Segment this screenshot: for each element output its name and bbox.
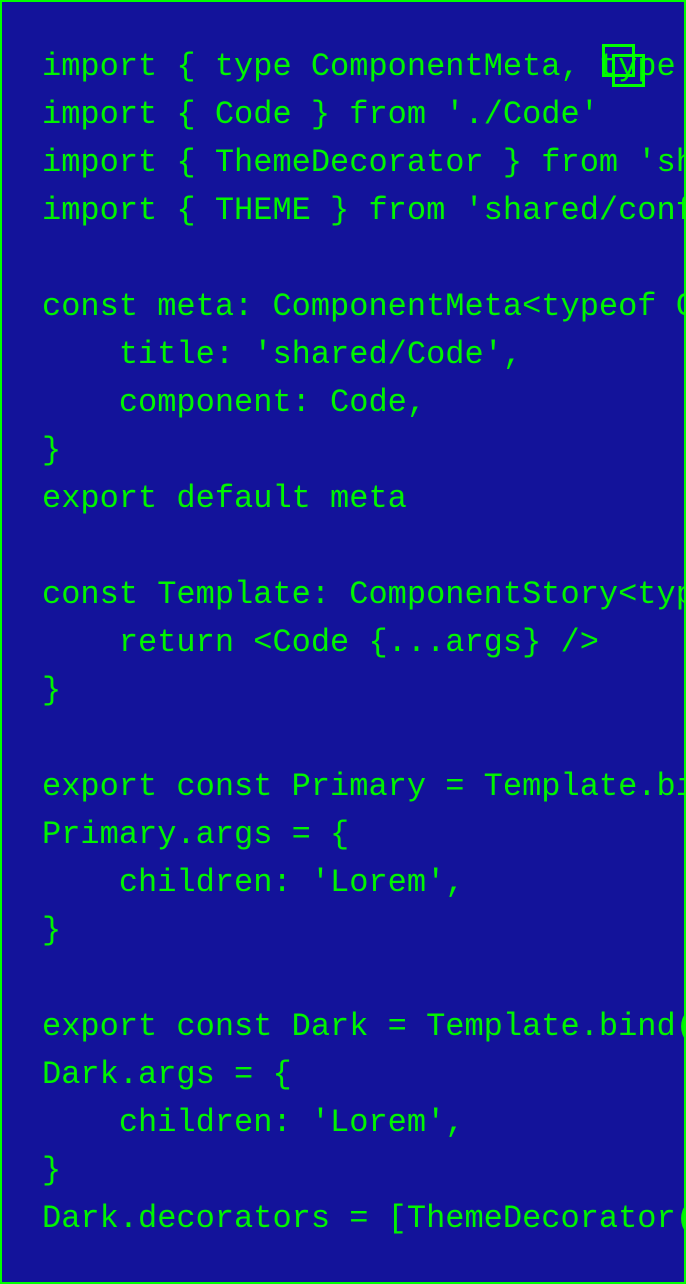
code-line: const Template: ComponentStory<typ xyxy=(42,576,686,613)
code-line: const meta: ComponentMeta<typeof C xyxy=(42,288,686,325)
code-line: import { Code } from './Code' xyxy=(42,96,599,133)
copy-icon xyxy=(602,44,646,88)
code-line: export const Primary = Template.bi xyxy=(42,768,686,805)
code-line: children: 'Lorem', xyxy=(42,1104,465,1141)
code-line: } xyxy=(42,432,62,469)
code-line: title: 'shared/Code', xyxy=(42,336,523,373)
code-lines: import { type ComponentMeta, type import… xyxy=(42,43,686,1243)
code-line: return <Code {...args} /> xyxy=(42,624,599,661)
code-line: } xyxy=(42,672,62,709)
code-line: export const Dark = Template.bind( xyxy=(42,1008,686,1045)
code-line: Primary.args = { xyxy=(42,816,350,853)
code-line: } xyxy=(42,912,62,949)
code-line: component: Code, xyxy=(42,384,427,421)
code-line: export default meta xyxy=(42,480,407,517)
copy-button[interactable] xyxy=(602,44,646,88)
code-line: import { ThemeDecorator } from 'sh xyxy=(42,144,686,181)
code-line: import { type ComponentMeta, type xyxy=(42,48,676,85)
code-line: Dark.decorators = [ThemeDecorator( xyxy=(42,1200,686,1237)
code-line: } xyxy=(42,1152,62,1189)
code-line: import { THEME } from 'shared/conf xyxy=(42,192,686,229)
code-block: import { type ComponentMeta, type import… xyxy=(0,0,686,1284)
code-line: Dark.args = { xyxy=(42,1056,292,1093)
code-line: children: 'Lorem', xyxy=(42,864,465,901)
